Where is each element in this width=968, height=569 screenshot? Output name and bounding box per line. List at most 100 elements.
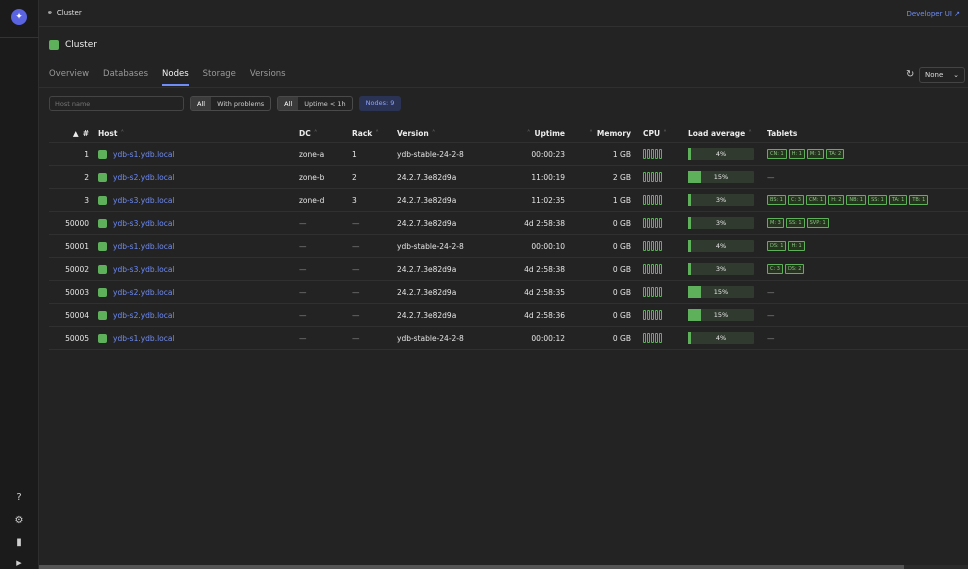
expand-sidebar-icon[interactable]: ▶ [12,556,26,569]
gear-icon[interactable]: ⚙ [12,514,26,528]
tablet-chip[interactable]: DS: 2 [784,264,805,274]
host-cell[interactable]: ydb-s1.ydb.local [98,327,175,349]
tablet-chip[interactable]: SS: 1 [785,218,805,228]
uptime-all-button[interactable]: All [278,97,299,110]
tablet-chip[interactable]: CM: 1 [805,195,827,205]
cpu-core-bar [651,310,654,320]
host-cell[interactable]: ydb-s3.ydb.local [98,258,175,280]
breadcrumb[interactable]: ⚭ Cluster [47,9,82,17]
tablet-chip[interactable]: H: 1 [788,241,805,251]
tablet-chip[interactable]: SS: 1 [868,195,887,205]
host-cell[interactable]: ydb-s1.ydb.local [98,143,175,165]
cpu-core-bar [655,218,658,228]
tablet-chip[interactable]: M: 3 [767,218,784,228]
dc-cell: — [299,218,307,228]
scrollbar-thumb[interactable] [39,565,904,569]
tablets-list: C: 3 DS: 2 [767,264,805,274]
tablet-chip[interactable]: M: 1 [806,149,824,159]
host-cell[interactable]: ydb-s1.ydb.local [98,235,175,257]
column-header-dc[interactable]: DC ˄ [299,124,317,142]
tablet-chip[interactable]: H: 1 [788,149,805,159]
load-average-bar: 3% [688,217,754,229]
rack-cell: — [352,241,360,251]
tab-nodes[interactable]: Nodes [162,69,189,86]
host-link[interactable]: ydb-s1.ydb.local [113,334,175,343]
table-row[interactable]: 50001 ydb-s1.ydb.local — — ydb-stable-24-2-8… [49,235,968,258]
tablet-chip[interactable]: C: 3 [767,264,783,274]
cpu-cell [643,235,662,257]
memory-cell: 0 GB [612,218,631,228]
host-search-input[interactable]: Host name [49,96,184,111]
host-link[interactable]: ydb-s3.ydb.local [113,265,175,274]
column-header-rack[interactable]: Rack ˄ [352,124,379,142]
with-problems-button[interactable]: With problems [211,97,270,110]
ydb-logo-icon[interactable]: ✦ [11,9,27,25]
tablet-chip[interactable]: TB: 1 [909,195,929,205]
tab-overview[interactable]: Overview [49,69,89,86]
table-row[interactable]: 50003 ydb-s2.ydb.local — — 24.2.7.3e82d9a 4d … [49,281,968,304]
uptime-cell: 00:00:10 [531,241,565,251]
host-link[interactable]: ydb-s1.ydb.local [113,242,175,251]
tablets-list: — [767,288,775,297]
host-cell[interactable]: ydb-s2.ydb.local [98,166,175,188]
host-cell[interactable]: ydb-s3.ydb.local [98,212,175,234]
node-id: 50002 [65,264,89,274]
tablet-chip[interactable]: DS: 1 [767,241,787,251]
tablet-chip[interactable]: TA: 1 [888,195,908,205]
cpu-core-bar [643,333,646,343]
load-average-cell: 4% [688,143,754,165]
column-header-id[interactable]: ▲ # [49,124,89,142]
column-header-host[interactable]: Host ˄ [98,124,124,142]
table-row[interactable]: 50002 ydb-s3.ydb.local — — 24.2.7.3e82d9a 4d … [49,258,968,281]
table-row[interactable]: 50004 ydb-s2.ydb.local — — 24.2.7.3e82d9a 4d … [49,304,968,327]
help-icon[interactable]: ? [12,491,26,505]
cpu-pool-bars [643,310,662,320]
tablet-chip[interactable]: C: 3 [787,195,804,205]
column-header-version[interactable]: Version ˄ [397,124,435,142]
tablets-list: — [767,334,775,343]
tablet-chip[interactable]: CN: 1 [767,149,787,159]
host-link[interactable]: ydb-s2.ydb.local [113,288,175,297]
table-row[interactable]: 50000 ydb-s3.ydb.local — — 24.2.7.3e82d9a 4d … [49,212,968,235]
problems-all-button[interactable]: All [191,97,212,110]
table-row[interactable]: 1 ydb-s1.ydb.local zone-a 1 ydb-stable-24-2-… [49,143,968,166]
host-link[interactable]: ydb-s2.ydb.local [113,173,175,182]
uptime-short-button[interactable]: Uptime < 1h [298,97,351,110]
tablet-chip[interactable]: SVP: 1 [806,218,829,228]
table-row[interactable]: 2 ydb-s2.ydb.local zone-b 2 24.2.7.3e82d9a 11… [49,166,968,189]
host-cell[interactable]: ydb-s3.ydb.local [98,189,175,211]
tablet-chip[interactable]: H: 2 [828,195,845,205]
column-header-cpu[interactable]: CPU ˄ [643,124,667,142]
table-row[interactable]: 3 ydb-s3.ydb.local zone-d 3 24.2.7.3e82d9a 11… [49,189,968,212]
tablet-chip[interactable]: NB: 1 [846,195,867,205]
host-link[interactable]: ydb-s2.ydb.local [113,311,175,320]
column-header-memory[interactable]: ˄ Memory [570,124,631,142]
tablet-chip[interactable]: BS: 1 [767,195,786,205]
tab-databases[interactable]: Databases [103,69,148,86]
cpu-core-bar [647,264,650,274]
column-header-load-average[interactable]: Load average ˄ [688,124,752,142]
load-average-value: 4% [715,242,727,250]
column-header-uptime[interactable]: ˄ Uptime [498,124,565,142]
developer-ui-link[interactable]: Developer UI ↗ [906,10,960,18]
auto-refresh-select[interactable]: None ⌄ [919,67,965,83]
host-link[interactable]: ydb-s1.ydb.local [113,150,175,159]
cpu-core-bar [651,333,654,343]
cpu-core-bar [643,264,646,274]
host-cell[interactable]: ydb-s2.ydb.local [98,304,175,326]
host-cell[interactable]: ydb-s2.ydb.local [98,281,175,303]
horizontal-scrollbar[interactable] [39,565,968,569]
table-row[interactable]: 50005 ydb-s1.ydb.local — — ydb-stable-24-2-8… [49,327,968,350]
tab-storage[interactable]: Storage [203,69,236,86]
cpu-core-bar [655,195,658,205]
cpu-core-bar [647,333,650,343]
book-icon[interactable]: ▮ [12,536,26,550]
cpu-pool-bars [643,241,662,251]
host-link[interactable]: ydb-s3.ydb.local [113,196,175,205]
host-link[interactable]: ydb-s3.ydb.local [113,219,175,228]
cpu-cell [643,189,662,211]
node-status-icon [98,218,107,228]
tab-versions[interactable]: Versions [250,69,286,86]
tablet-chip[interactable]: TA: 2 [825,149,845,159]
refresh-icon[interactable]: ↻ [906,69,914,80]
